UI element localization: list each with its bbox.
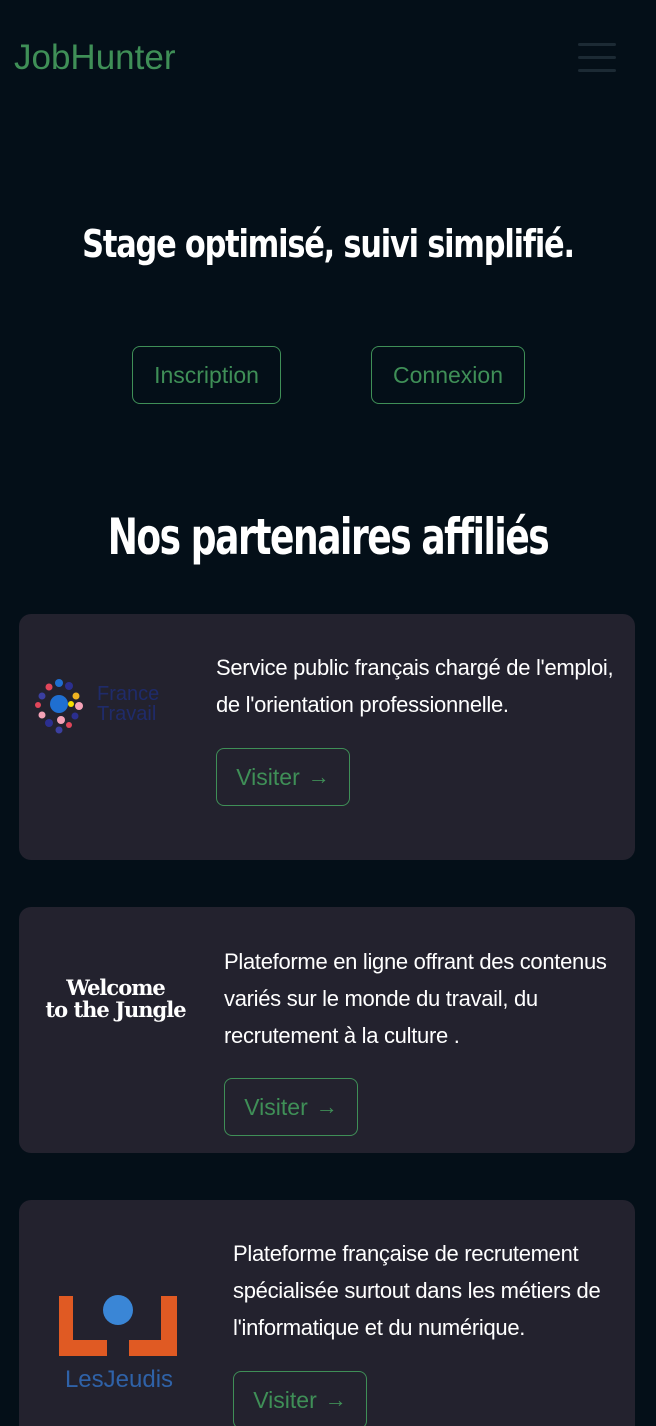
france-travail-wordmark: France Travail xyxy=(97,684,159,724)
wttj-logo-line2: to the Jungle xyxy=(45,997,186,1022)
arrow-right-icon: → xyxy=(307,764,330,789)
france-travail-logo: France Travail xyxy=(33,674,183,736)
lesjeudis-mark-icon xyxy=(59,1295,177,1356)
hero-title: Stage optimisé, suivi simplifié. xyxy=(82,222,575,266)
visit-button-welcome-to-the-jungle[interactable]: Visiter → xyxy=(224,1078,358,1136)
france-travail-logo-line1: France xyxy=(97,683,160,705)
lesjeudis-logo: LesJeudis xyxy=(57,1292,181,1394)
lesjeudis-wordmark: LesJeudis xyxy=(64,1366,174,1393)
partner-description: Service public français chargé de l'empl… xyxy=(216,655,614,717)
partner-description: Plateforme française de recrutement spéc… xyxy=(233,1241,601,1340)
partner-card-welcome-to-the-jungle: Welcome to the Jungle Plateforme en lign… xyxy=(19,907,635,1153)
page: JobHunter Stage optimisé, suivi simplifi… xyxy=(0,0,656,1426)
visit-label: Visiter xyxy=(244,1093,308,1120)
arrow-right-icon: → xyxy=(315,1094,338,1119)
wttj-logo-line1: Welcome xyxy=(66,975,166,1000)
arrow-right-icon: → xyxy=(324,1387,347,1412)
connexion-button[interactable]: Connexion xyxy=(371,346,525,404)
partner-card-lesjeudis: LesJeudis Plateforme française de recrut… xyxy=(19,1200,635,1426)
brand-logo[interactable]: JobHunter xyxy=(14,38,175,78)
hamburger-icon-line xyxy=(578,69,616,72)
visit-label: Visiter xyxy=(253,1386,317,1413)
partner-card-france-travail: France Travail Service public français c… xyxy=(19,614,635,860)
inscription-button[interactable]: Inscription xyxy=(132,346,281,404)
menu-button[interactable] xyxy=(570,38,620,80)
partner-description: Plateforme en ligne offrant des contenus… xyxy=(224,949,607,1048)
france-travail-logo-line2: Travail xyxy=(97,703,157,725)
visit-button-france-travail[interactable]: Visiter → xyxy=(216,748,350,806)
hamburger-icon-line xyxy=(578,43,616,46)
partners-title: Nos partenaires affiliés xyxy=(107,508,550,566)
hamburger-icon-line xyxy=(578,56,616,59)
visit-button-lesjeudis[interactable]: Visiter → xyxy=(233,1371,367,1426)
welcome-to-the-jungle-logo: Welcome to the Jungle xyxy=(33,977,198,1037)
visit-label: Visiter xyxy=(236,763,300,790)
france-travail-dots-icon xyxy=(35,679,83,734)
